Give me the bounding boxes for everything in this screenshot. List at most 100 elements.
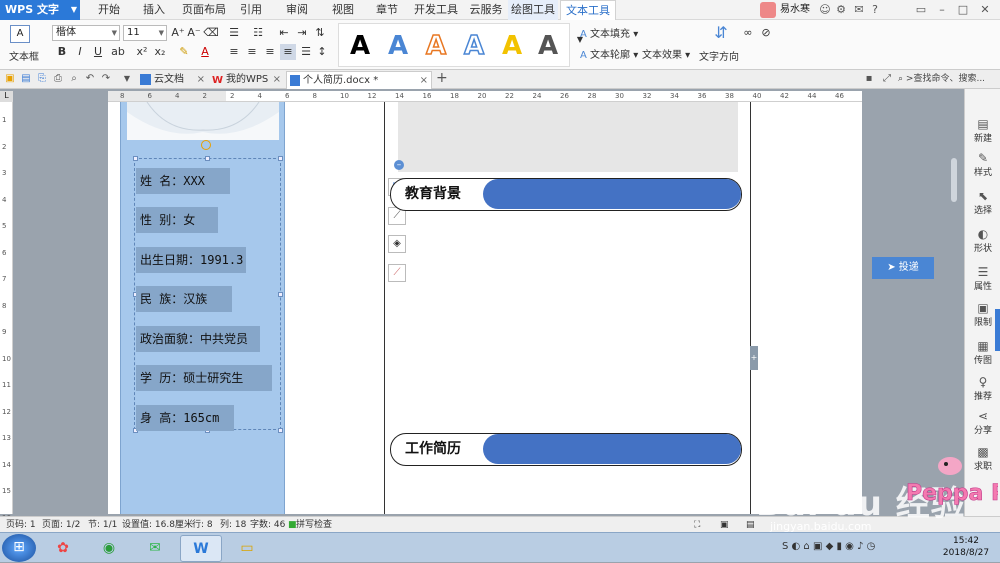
link-icon[interactable]: ∞ [740, 25, 756, 41]
taskbar-app-icon[interactable]: ✿ [42, 535, 84, 562]
panel-recommend[interactable]: ♀ 推荐 [965, 375, 1000, 402]
italic-button[interactable]: I [72, 44, 88, 60]
maximize-icon[interactable]: □ [956, 3, 970, 17]
app-menu-button[interactable]: WPS 文字 ▼ [0, 0, 80, 20]
ruler-corner[interactable]: L [0, 91, 13, 102]
command-search-input[interactable]: ⌕ >查找命令、搜索... [898, 72, 998, 87]
sort-icon[interactable]: ⇅ [312, 25, 328, 41]
settings-icon[interactable]: ⚙ [834, 3, 848, 17]
align-left-icon[interactable]: ≡ [226, 44, 242, 60]
menu-text-tools[interactable]: 文本工具 [560, 0, 616, 20]
strikethrough-icon[interactable]: ab [110, 44, 126, 60]
menu-section[interactable]: 章节 [372, 0, 402, 20]
web-view-icon[interactable]: ▤ [746, 517, 755, 533]
tab-resume-doc[interactable]: 个人简历.docx * × [286, 71, 432, 89]
menu-home[interactable]: 开始 [92, 0, 126, 20]
undo-icon[interactable]: ↶ [83, 72, 97, 86]
submit-resume-button[interactable]: ➤ 投递 [872, 257, 934, 279]
save-icon[interactable]: ▤ [19, 72, 33, 86]
bullet-list-icon[interactable]: ☰ [226, 25, 242, 41]
menu-cloud-service[interactable]: 云服务 [466, 0, 506, 20]
menu-developer[interactable]: 开发工具 [414, 0, 458, 20]
tab-cloud-docs[interactable]: 云文档 × [138, 71, 208, 89]
status-section[interactable]: 节: 1/1 [88, 517, 117, 533]
status-setting-value[interactable]: 设置值: 16.8厘米 [122, 517, 193, 533]
avatar[interactable] [760, 2, 776, 18]
work-section-header[interactable]: 工作简历 [390, 433, 742, 466]
wps-taskbar-icon[interactable]: W [180, 535, 222, 562]
highlight-icon[interactable]: ✎ [176, 44, 192, 60]
text-direction-button[interactable]: 文字方向 [698, 48, 740, 63]
distribute-icon[interactable]: ☰ [298, 44, 314, 60]
chrome-icon[interactable]: ◉ [88, 535, 130, 562]
status-page-number[interactable]: 页码: 1 [6, 517, 36, 533]
outline-pen-icon[interactable]: ⟋ [388, 264, 406, 282]
new-tab-icon[interactable]: + [436, 70, 448, 86]
profile-photo[interactable] [127, 102, 279, 140]
menu-review[interactable]: 审阅 [282, 0, 312, 20]
style-gray-icon[interactable]: A [531, 31, 565, 61]
minimize-icon[interactable]: – [935, 3, 949, 17]
qa-more-icon[interactable]: ▼ [120, 72, 134, 86]
panel-new[interactable]: ▤ 新建 [965, 117, 1000, 144]
font-color-icon[interactable]: A [197, 44, 213, 60]
align-center-icon[interactable]: ≡ [244, 44, 260, 60]
menu-view[interactable]: 视图 [328, 0, 358, 20]
message-icon[interactable]: ▪ [862, 72, 876, 86]
textbox-button[interactable]: 文本框 [4, 48, 44, 63]
panel-shape[interactable]: ◐ 形状 [965, 227, 1000, 254]
page-view-icon[interactable]: ▣ [720, 517, 729, 533]
collapse-icon[interactable]: – [394, 160, 404, 170]
intro-text-box[interactable] [398, 102, 738, 172]
open-icon[interactable]: ▣ [3, 72, 17, 86]
education-section-header[interactable]: 教育背景 [390, 178, 742, 211]
font-name-select[interactable]: 楷体 ▼ [52, 25, 120, 41]
clock[interactable]: 15:42 2018/8/27 [936, 535, 996, 559]
grow-font-icon[interactable]: A⁺ [170, 25, 186, 41]
unlink-icon[interactable]: ⊘ [758, 25, 774, 41]
close-icon[interactable]: ✕ [978, 3, 992, 17]
wechat-icon[interactable]: ✉ [134, 535, 176, 562]
vertical-ruler[interactable]: 12345678910111213141516 [0, 102, 13, 522]
font-size-select[interactable]: 11 ▼ [123, 25, 167, 41]
status-spell-check[interactable]: 拼写检查 [296, 517, 332, 533]
resize-handle[interactable] [278, 292, 283, 297]
decrease-indent-icon[interactable]: ⇤ [276, 25, 292, 41]
panel-toggle-icon[interactable]: + [750, 346, 758, 370]
bold-button[interactable]: B [54, 44, 70, 60]
resize-handle[interactable] [133, 156, 138, 161]
export-icon[interactable]: ⎘ [35, 72, 49, 86]
resize-handle[interactable] [205, 156, 210, 161]
system-tray[interactable]: S ◐ ⌂ ▣ ◆ ▮ ◉ ♪ ◷ [782, 541, 932, 557]
help-icon[interactable]: ? [868, 3, 882, 17]
resize-handle[interactable] [278, 156, 283, 161]
print-icon[interactable]: ⎙ [51, 72, 65, 86]
style-yellow-icon[interactable]: A [495, 31, 529, 61]
menu-drawing-tools[interactable]: 绘图工具 [508, 0, 558, 20]
underline-button[interactable]: U [90, 44, 106, 60]
menu-insert[interactable]: 插入 [138, 0, 170, 20]
tab-my-wps[interactable]: W 我的WPS × [210, 71, 284, 89]
file-explorer-icon[interactable]: ▭ [226, 535, 268, 562]
justify-icon[interactable]: ≡ [280, 44, 296, 60]
vertical-scrollbar-thumb[interactable] [951, 158, 957, 202]
tab-close-icon[interactable]: × [273, 71, 281, 88]
panel-style[interactable]: ✎ 样式 [965, 151, 1000, 178]
rotate-handle-icon[interactable] [201, 140, 211, 150]
status-word-count[interactable]: 字数: 46 [250, 517, 285, 533]
increase-indent-icon[interactable]: ⇥ [294, 25, 310, 41]
text-outline-button[interactable]: A 文本轮廓 ▾ [580, 46, 640, 61]
status-row[interactable]: 行: 8 [192, 517, 213, 533]
tab-close-icon[interactable]: × [197, 71, 205, 88]
panel-share[interactable]: ⋖ 分享 [965, 409, 1000, 436]
text-direction-icon[interactable]: ⇵ [708, 25, 734, 41]
horizontal-ruler[interactable]: 8 6 4 2 2 4 6 8 10 12 14 16 18 20 22 24 26 28 30 32 34 36 38 40… [108, 91, 862, 102]
tab-close-icon[interactable]: × [420, 72, 428, 89]
fill-bucket-icon[interactable]: ◈ [388, 235, 406, 253]
menu-references[interactable]: 引用 [236, 0, 266, 20]
menu-page-layout[interactable]: 页面布局 [180, 0, 228, 20]
textbox-icon[interactable]: A [10, 25, 30, 43]
expand-icon[interactable]: ⤢ [880, 72, 894, 86]
text-effect-button[interactable]: 文本效果 ▾ [642, 46, 694, 61]
status-pages[interactable]: 页面: 1/2 [42, 517, 80, 533]
